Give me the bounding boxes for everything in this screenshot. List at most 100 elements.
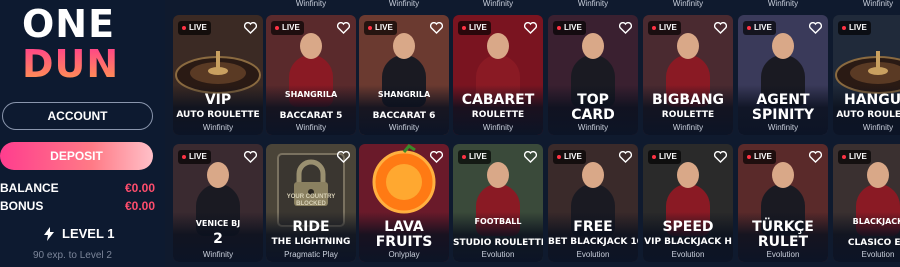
game-card[interactable]: AGENT SPINITY Winfinity LIVE [738,15,828,135]
game-title-line-1: TÜRKÇE [752,219,814,235]
dealer-head [300,33,322,59]
dealer-head [772,33,794,59]
game-card[interactable]: CABARET ROULETTE Winfinity LIVE [453,15,543,135]
level-label: LEVEL 1 [62,226,115,241]
game-title-line-1: VIP [204,92,232,108]
game-title-line-2: SPINITY [751,107,815,123]
live-badge: LIVE [271,21,304,35]
provider-label: Winfinity [202,123,234,132]
heart-icon[interactable] [336,21,351,34]
provider-label: Winfinity [862,123,894,132]
dealer-head [582,33,604,59]
game-title-line-2: BET BLACKJACK 10 [548,237,638,247]
heart-icon[interactable] [243,21,258,34]
live-badge: LIVE [648,21,681,35]
heart-icon[interactable] [336,150,351,163]
game-card[interactable]: FOOTBALL STUDIO ROULETTE Evolution LIVE [453,144,543,262]
bonus-row: BONUS €0.00 [0,199,155,213]
game-title-line-2: BACCARAT 5 [279,111,343,121]
heart-icon[interactable] [808,21,823,34]
game-card[interactable]: LAVA FRUITS Onlyplay [359,144,449,262]
game-card[interactable]: FREE BET BLACKJACK 10 Evolution LIVE [548,144,638,262]
provider-label: Winfinity [388,0,420,8]
game-title-line-2: AUTO ROULETTE [836,110,900,120]
game-card[interactable]: BLACKJACK CLASICO EN Evolution LIVE [833,144,900,262]
game-title-line-2: THE LIGHTNING [271,237,351,247]
live-badge: LIVE [178,21,211,35]
game-title-line-1: BLACKJACK [852,217,900,226]
heart-icon[interactable] [523,150,538,163]
live-badge: LIVE [743,150,776,164]
deposit-button[interactable]: DEPOSIT [0,142,153,170]
level-indicator[interactable]: LEVEL 1 [44,226,115,241]
dealer-head [677,162,699,188]
live-badge: LIVE [458,21,491,35]
casino-lobby: ONE DUN ACCOUNT DEPOSIT BALANCE €0.00 BO… [0,0,900,267]
game-title-line-1: LAVA [384,219,424,235]
heart-icon[interactable] [713,150,728,163]
provider-label: Winfinity [295,123,327,132]
brand-logo[interactable]: ONE DUN [22,4,142,84]
heart-icon[interactable] [618,21,633,34]
game-card[interactable]: SHANGRILA BACCARAT 5 Winfinity LIVE [266,15,356,135]
game-title-line-2: STUDIO ROULETTE [453,238,543,248]
game-title-line-2: RULET [757,234,809,250]
heart-icon[interactable] [618,150,633,163]
provider-label: Evolution [481,250,515,259]
live-badge: LIVE [458,150,491,164]
provider-label: Evolution [861,250,895,259]
balance-row: BALANCE €0.00 [0,181,155,195]
game-card[interactable]: BIGBANG ROULETTE Winfinity LIVE [643,15,733,135]
provider-label: Winfinity [482,123,514,132]
game-card[interactable]: SHANGRILA BACCARAT 6 Winfinity LIVE [359,15,449,135]
game-title-line-1: HANGUK [844,92,900,108]
game-title-line-1: SPEED [662,219,714,235]
provider-label: Winfinity [672,0,704,8]
provider-label: Winfinity [295,0,327,8]
game-title-line-1: AGENT [756,92,810,108]
provider-label: Winfinity [767,123,799,132]
game-card[interactable]: YOUR COUNTRY BLOCKED RIDE THE LIGHTNING Pra… [266,144,356,262]
game-title-line-1: SHANGRILA [377,90,431,99]
game-title-line-2: ROULETTE [661,110,715,120]
game-title-line-1: FOOTBALL [474,217,522,226]
game-grid: Winfinity Winfinity Winfinity Winfinity Winf… [170,0,900,267]
provider-label: Winfinity [202,250,234,259]
dealer-head [487,162,509,188]
heart-icon[interactable] [523,21,538,34]
game-title-line-2: FRUITS [375,234,433,250]
provider-label: Winfinity [482,0,514,8]
provider-label: Evolution [766,250,800,259]
provider-label: Pragmatic Play [284,250,338,259]
provider-label: Evolution [576,250,610,259]
logo-line-1: ONE [22,2,116,46]
game-card[interactable]: VENICE BJ 2 Winfinity LIVE [173,144,263,262]
provider-label: Winfinity [672,123,704,132]
game-title-line-2: CARD [571,107,615,123]
heart-icon[interactable] [243,150,258,163]
dealer-head [393,33,415,59]
heart-icon[interactable] [429,21,444,34]
game-card[interactable]: TÜRKÇE RULET Evolution LIVE [738,144,828,262]
account-button[interactable]: ACCOUNT [2,102,153,130]
live-badge: LIVE [364,21,397,35]
game-card[interactable]: SPEED VIP BLACKJACK H Evolution LIVE [643,144,733,262]
game-card[interactable]: TOP CARD Winfinity LIVE [548,15,638,135]
provider-label: Onlyplay [388,250,420,259]
sidebar: ONE DUN ACCOUNT DEPOSIT BALANCE €0.00 BO… [0,0,165,267]
game-title-line-1: CABARET [461,92,535,108]
heart-icon[interactable] [713,21,728,34]
lightning-bolt-icon [44,226,54,241]
live-badge: LIVE [648,150,681,164]
heart-icon[interactable] [808,150,823,163]
game-title-line-1: BIGBANG [651,92,725,108]
provider-label: Winfinity [577,123,609,132]
game-card[interactable]: VIP AUTO ROULETTE Winfinity LIVE [173,15,263,135]
game-card[interactable]: HANGUK AUTO ROULETTE Winfinity LIVE [833,15,900,135]
blocked-overlay-text: YOUR COUNTRY BLOCKED [286,194,336,207]
live-badge: LIVE [553,21,586,35]
balance-value: €0.00 [124,181,155,195]
live-badge: LIVE [178,150,211,164]
provider-label: Winfinity [388,123,420,132]
heart-icon[interactable] [429,150,444,163]
